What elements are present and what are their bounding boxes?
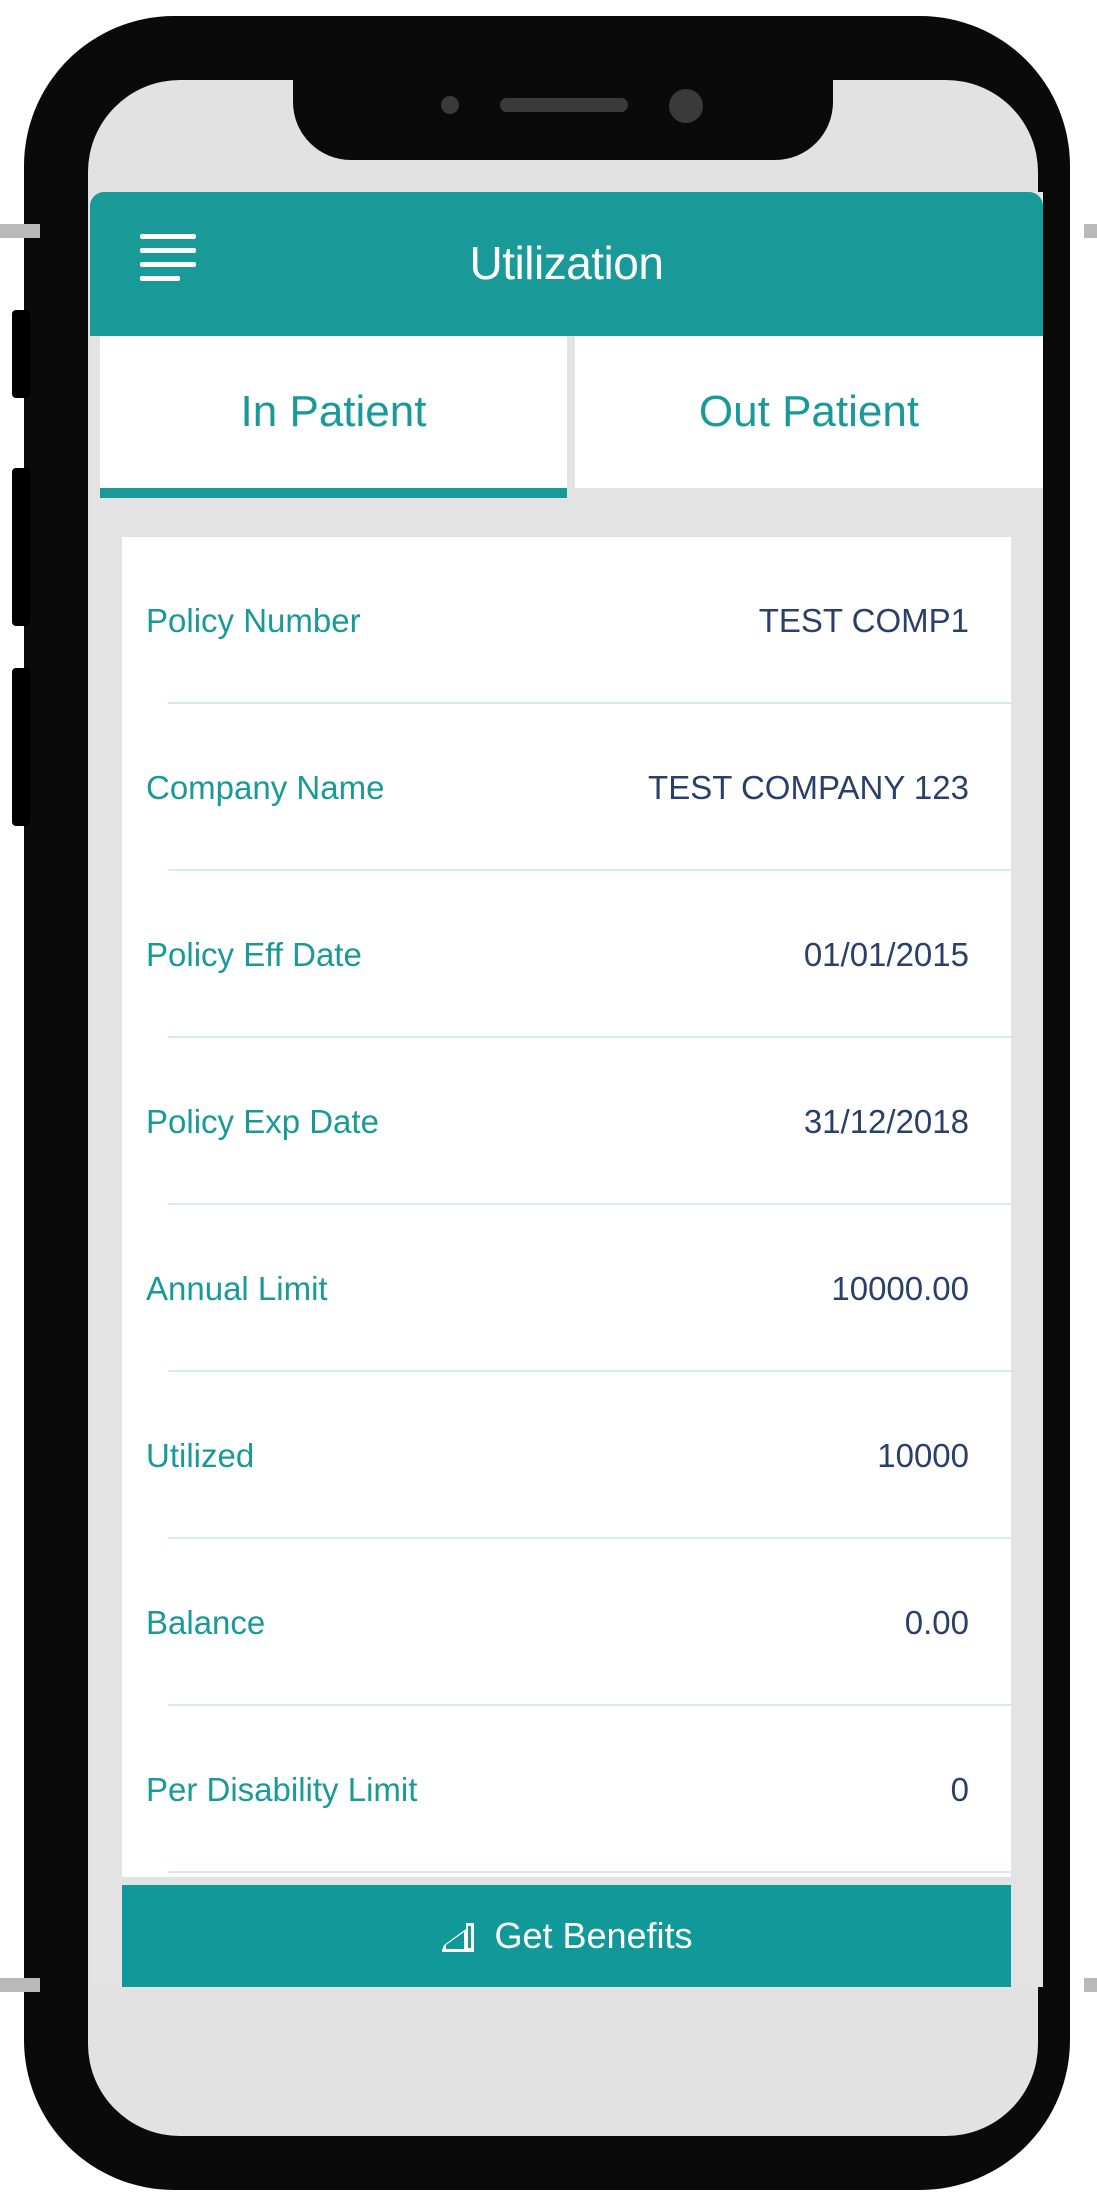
app-header: Utilization [90, 192, 1043, 336]
phone-frame-line [1084, 224, 1097, 238]
policy-details-card: Policy Number TEST COMP1 Company Name TE… [122, 537, 1011, 1877]
balance-label: Balance [146, 1604, 266, 1641]
phone-frame-line [0, 1978, 40, 1992]
company-name-label: Company Name [146, 769, 385, 806]
per-disability-limit-value: 0 [950, 1771, 969, 1808]
policy-exp-date-row: Policy Exp Date 31/12/2018 [122, 1038, 1011, 1205]
phone-notch [293, 80, 833, 160]
policy-eff-date-row: Policy Eff Date 01/01/2015 [122, 871, 1011, 1038]
utilized-label: Utilized [146, 1437, 255, 1474]
page-title: Utilization [469, 237, 664, 289]
policy-exp-date-label: Policy Exp Date [146, 1103, 379, 1140]
tab-in-patient-label: In Patient [240, 387, 427, 436]
policy-number-label: Policy Number [146, 602, 361, 639]
tab-in-patient[interactable]: In Patient [100, 336, 567, 498]
phone-volume-down-button [12, 668, 30, 826]
policy-eff-date-value: 01/01/2015 [803, 936, 969, 973]
front-camera [669, 89, 703, 123]
annual-limit-label: Annual Limit [146, 1270, 328, 1307]
per-disability-limit-label: Per Disability Limit [146, 1771, 418, 1808]
policy-exp-date-value: 31/12/2018 [803, 1103, 969, 1140]
per-disability-limit-row: Per Disability Limit 0 [122, 1706, 1011, 1873]
company-name-value: TEST COMPANY 123 [648, 769, 969, 806]
policy-number-row: Policy Number TEST COMP1 [122, 537, 1011, 704]
row-divider [168, 1871, 1011, 1873]
phone-side-button [12, 310, 30, 398]
policy-number-value: TEST COMP1 [758, 602, 969, 639]
get-benefits-button[interactable]: Get Benefits [122, 1885, 1011, 1987]
tab-bar: In Patient Out Patient [100, 336, 1043, 498]
phone-frame-line [0, 224, 40, 238]
policy-eff-date-label: Policy Eff Date [146, 936, 362, 973]
proximity-sensor [441, 96, 459, 114]
balance-value: 0.00 [904, 1604, 969, 1641]
earpiece-speaker [500, 98, 628, 112]
annual-limit-value: 10000.00 [831, 1270, 969, 1307]
tab-out-patient-label: Out Patient [698, 387, 920, 436]
balance-row: Balance 0.00 [122, 1539, 1011, 1706]
hamburger-menu-icon[interactable] [140, 234, 196, 290]
tab-out-patient[interactable]: Out Patient [575, 336, 1043, 488]
annual-limit-row: Annual Limit 10000.00 [122, 1205, 1011, 1372]
utilized-value: 10000 [877, 1437, 969, 1474]
phone-volume-up-button [12, 468, 30, 626]
utilized-row: Utilized 10000 [122, 1372, 1011, 1539]
phone-frame-line [1084, 1978, 1097, 1992]
company-name-row: Company Name TEST COMPANY 123 [122, 704, 1011, 871]
app-screen: Utilization In Patient Out Patient Polic… [90, 192, 1043, 1987]
chart-bar-icon [442, 1923, 475, 1952]
get-benefits-label: Get Benefits [494, 1915, 693, 1956]
